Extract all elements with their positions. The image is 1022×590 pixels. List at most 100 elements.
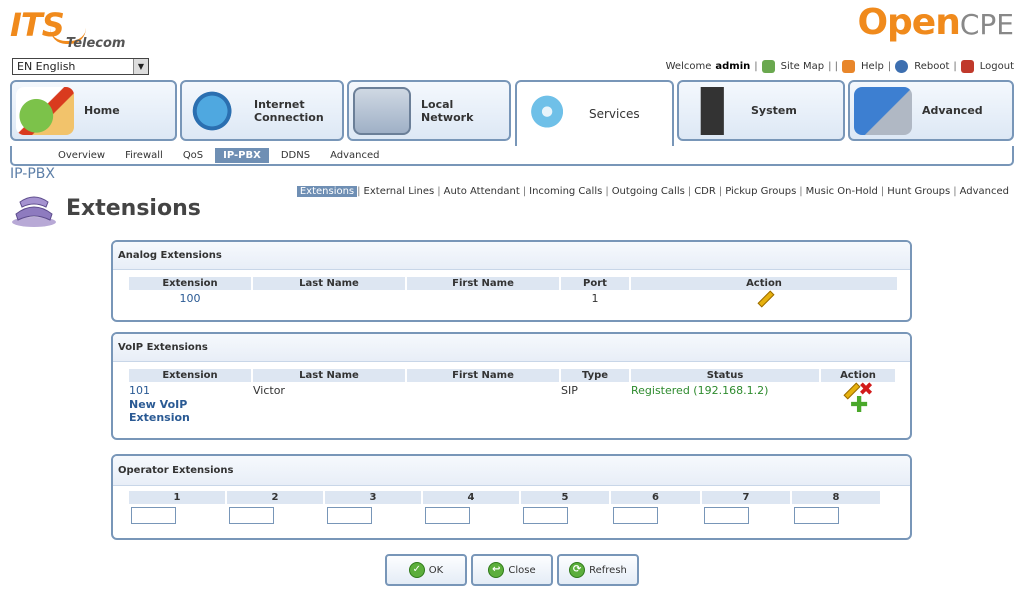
pagenav-external-lines[interactable]: External Lines <box>361 186 438 197</box>
button-label: Refresh <box>589 564 627 576</box>
pagenav-outgoing-calls[interactable]: Outgoing Calls <box>609 186 688 197</box>
table-header-row: Extension Last Name First Name Port Acti… <box>129 277 897 290</box>
subnav-ip-pbx[interactable]: IP-PBX <box>215 147 269 163</box>
nav-label-line: Advanced <box>922 104 983 117</box>
pagenav-incoming-calls[interactable]: Incoming Calls <box>526 186 605 197</box>
column-header: Extension <box>129 277 251 290</box>
empty-cell <box>561 398 629 426</box>
nav-tab-home[interactable]: Home <box>10 80 177 141</box>
subnav-overview[interactable]: Overview <box>50 148 113 163</box>
logout-icon <box>960 60 974 73</box>
pagenav-hunt-groups[interactable]: Hunt Groups <box>884 186 953 197</box>
top-links: Welcome admin | Site Map | | Help | Rebo… <box>666 60 1014 73</box>
subnav-qos[interactable]: QoS <box>175 148 211 163</box>
operator-extension-input-1[interactable] <box>131 507 176 524</box>
empty-cell <box>407 398 559 426</box>
table-row: 100 1 <box>129 290 897 306</box>
services-disc-icon <box>521 90 579 138</box>
panel-title: Operator Extensions <box>113 456 910 486</box>
column-header: Last Name <box>253 369 405 382</box>
new-voip-extension-link[interactable]: New VoIP Extension <box>129 398 251 426</box>
nav-label: System <box>751 104 797 117</box>
voip-extensions-table: Extension Last Name First Name Type Stat… <box>127 369 897 426</box>
pagenav-advanced[interactable]: Advanced <box>957 186 1012 197</box>
operator-extension-input-4[interactable] <box>425 507 470 524</box>
operator-extension-input-2[interactable] <box>229 507 274 524</box>
operator-extension-input-3[interactable] <box>327 507 372 524</box>
opencpe-open-text: Open <box>857 2 960 43</box>
add-plus-icon[interactable]: ✚ <box>850 395 868 417</box>
refresh-button[interactable]: ⟳ Refresh <box>557 554 639 586</box>
nav-label-line: Services <box>589 106 640 121</box>
reboot-link[interactable]: Reboot <box>914 61 949 72</box>
subnav-advanced[interactable]: Advanced <box>322 148 387 163</box>
operator-extension-input-7[interactable] <box>704 507 749 524</box>
pagenav-music-on-hold[interactable]: Music On-Hold <box>803 186 881 197</box>
telecom-logo-text: Telecom <box>66 36 126 51</box>
subnav-ddns[interactable]: DDNS <box>273 148 318 163</box>
column-header: Type <box>561 369 629 382</box>
last-name-cell <box>253 290 405 306</box>
nav-label-line: Home <box>84 104 120 117</box>
pagenav-pickup-groups[interactable]: Pickup Groups <box>722 186 799 197</box>
table-row: 101 Victor SIP Registered (192.168.1.2) … <box>129 381 895 399</box>
column-header: Extension <box>129 369 251 382</box>
power-icon <box>895 60 909 73</box>
nav-label-line: Network <box>421 110 474 124</box>
type-cell: SIP <box>561 383 578 397</box>
edit-pencil-icon[interactable] <box>842 382 858 398</box>
column-header: 4 <box>423 491 519 504</box>
page-title: Extensions <box>66 196 201 221</box>
divider: | | <box>828 61 839 72</box>
last-name-cell: Victor <box>253 383 285 397</box>
extension-link[interactable]: 101 <box>129 382 251 398</box>
nav-tab-local-network[interactable]: Local Network <box>347 80 511 141</box>
empty-cell <box>631 398 819 426</box>
ok-button[interactable]: ✓ OK <box>385 554 467 586</box>
pagenav-extensions[interactable]: Extensions <box>296 186 358 197</box>
nav-label-line: Internet <box>254 97 305 111</box>
pagenav-cdr[interactable]: CDR <box>691 186 719 197</box>
its-telecom-logo: ITS Telecom <box>10 6 130 52</box>
button-label: OK <box>428 564 444 576</box>
operator-extension-input-8[interactable] <box>794 507 839 524</box>
refresh-icon: ⟳ <box>569 562 586 578</box>
help-link[interactable]: Help <box>861 61 884 72</box>
extension-link[interactable]: 100 <box>129 290 251 306</box>
sitemap-link[interactable]: Site Map <box>781 61 824 72</box>
sub-navigation: Overview Firewall QoS IP-PBX DDNS Advanc… <box>10 146 1014 166</box>
nav-label: Local Network <box>421 98 473 124</box>
operator-extension-input-6[interactable] <box>613 507 658 524</box>
subnav-firewall[interactable]: Firewall <box>117 148 171 163</box>
status-cell: Registered (192.168.1.2) <box>631 383 769 397</box>
nav-label: Advanced <box>922 104 983 117</box>
nav-tab-internet-connection[interactable]: Internet Connection <box>180 80 344 141</box>
pagenav-auto-attendant[interactable]: Auto Attendant <box>441 186 523 197</box>
operator-cell <box>227 504 323 524</box>
column-header: Port <box>561 277 629 290</box>
panel-title: Analog Extensions <box>113 242 910 270</box>
column-header: Action <box>631 277 897 290</box>
divider: | <box>887 61 892 72</box>
nav-tab-services[interactable]: Services <box>515 80 674 146</box>
globe-icon <box>186 86 244 135</box>
checkmark-icon: ✓ <box>408 562 425 578</box>
system-device-icon <box>683 86 741 135</box>
column-header: First Name <box>407 277 559 290</box>
nav-label-line: Local <box>421 97 454 111</box>
column-header: 3 <box>325 491 421 504</box>
close-button[interactable]: ↩ Close <box>471 554 553 586</box>
chevron-down-icon[interactable]: ▼ <box>133 59 148 74</box>
nav-label-line: System <box>751 104 797 117</box>
first-name-cell <box>407 382 559 398</box>
logout-link[interactable]: Logout <box>980 61 1014 72</box>
nav-tab-system[interactable]: System <box>677 80 845 141</box>
nav-tab-advanced[interactable]: Advanced <box>848 80 1014 141</box>
help-icon <box>842 60 856 73</box>
edit-pencil-icon[interactable] <box>756 290 772 306</box>
column-header: 7 <box>702 491 790 504</box>
operator-cell <box>521 504 609 524</box>
operator-cell <box>611 504 700 524</box>
language-select[interactable]: EN English ▼ <box>12 58 149 75</box>
operator-extension-input-5[interactable] <box>523 507 568 524</box>
